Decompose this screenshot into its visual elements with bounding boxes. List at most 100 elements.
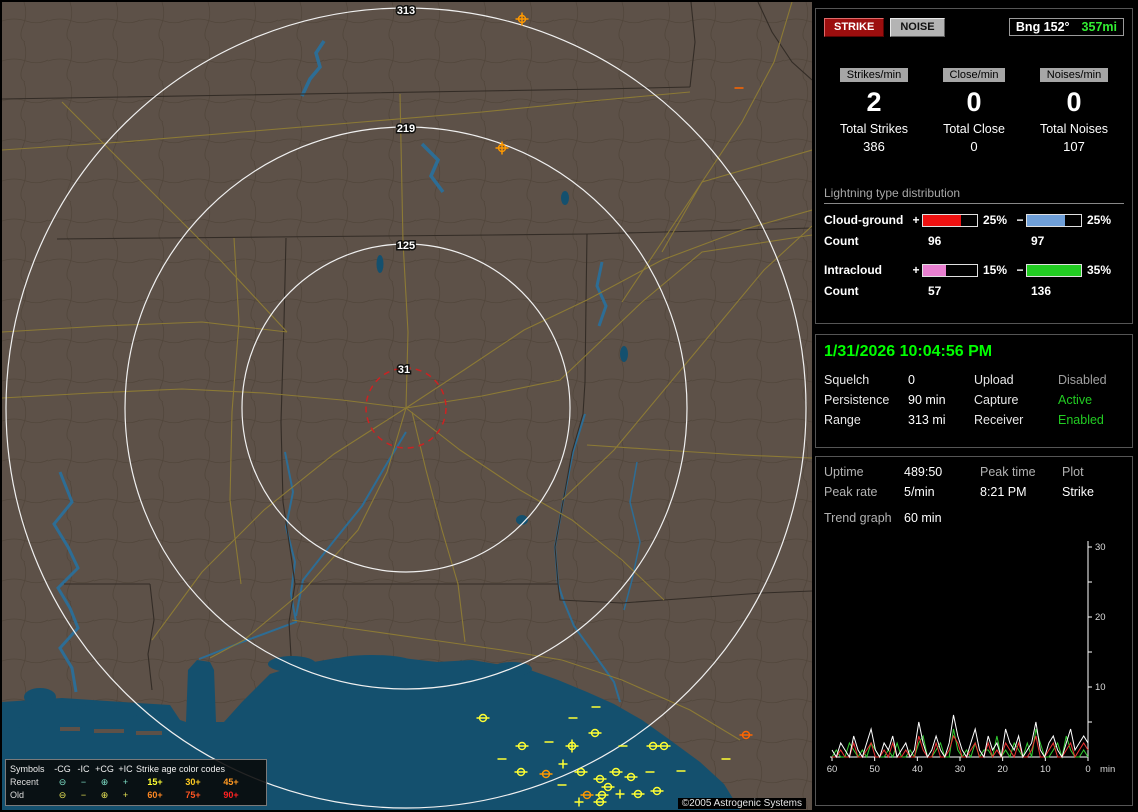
plus-bar-fill [923,214,962,226]
bearing-distance: 357mi [1081,20,1117,34]
total-value: 386 [863,139,885,154]
status-label: Upload [974,373,1014,387]
plus-bar [922,213,978,227]
session-label: Peak rate [824,485,878,499]
ring-label-313: 313 [397,5,415,17]
age-code: 60+ [147,790,163,800]
age-code: 30+ [185,777,201,787]
count-label: Count [824,234,859,248]
session-label: Plot [1062,465,1084,479]
sidebar: STRIKE NOISE Bng 152° 357mi Strikes/min C… [815,0,1136,812]
legend-symbols-header: Symbols [10,764,45,774]
noise-button[interactable]: NOISE [890,17,945,37]
strike-legend: Symbols -CG -IC +CG +IC Strike age color code… [5,759,267,806]
radar-map[interactable]: 313 219 125 31 [2,2,812,810]
svg-text:20: 20 [997,764,1008,775]
rate-chip-cell: Close/min [924,65,1024,83]
trend-graph-label: Trend graph [824,511,892,525]
rate-chip[interactable]: Close/min [942,68,1006,82]
rate-chip[interactable]: Strikes/min [839,68,909,82]
minus-bar [1026,263,1082,277]
plus-percent: 25% [983,213,1008,227]
total-value: 0 [970,139,978,154]
rate-chip-cell: Strikes/min [824,65,924,83]
rate-chip[interactable]: Noises/min [1039,68,1109,82]
legend-age-title: Strike age color codes [136,764,226,774]
minus-percent: 35% [1087,263,1112,277]
svg-text:0: 0 [1085,764,1090,775]
map-area[interactable]: 313 219 125 31 Symbols -CG -IC +CG +IC Strike ag… [2,2,812,810]
dist-type-label: Intracloud [824,263,883,277]
legend-col-nIC: -IC [77,764,90,774]
status-value: 0 [908,373,915,387]
status-row: Persistence 90 min Capture Active [824,393,1124,407]
total-labels-row: Total Strikes Total Close Total Noises [824,122,1124,139]
count-label: Count [824,284,859,298]
distribution-title: Lightning type distribution [824,186,961,200]
minus-sign: − [1016,213,1024,227]
trend-label-row: Trend graph 60 min [824,511,1124,525]
status-value: 90 min [908,393,946,407]
lightning-detector-app: 313 219 125 31 Symbols -CG -IC +CG +IC Strike ag… [0,0,1138,812]
strike-button[interactable]: STRIKE [824,17,885,37]
dist-type-label: Cloud-ground [824,213,904,227]
distribution-row: Intracloud +15% − 35% [824,263,1124,277]
rate-value: 0 [966,87,982,117]
total-value: 107 [1063,139,1085,154]
neg-ic-glyph-icon: − [80,777,87,787]
plus-bar [922,263,978,277]
status-row: Squelch 0 Upload Disabled [824,373,1124,387]
rate-values-row: 2 0 0 [824,87,1124,117]
svg-text:50: 50 [869,764,880,775]
session-row: Uptime 489:50 Peak time Plot [824,465,1124,479]
plus-sign: + [912,213,920,227]
svg-text:20: 20 [1095,612,1106,623]
pos-cg-glyph-icon: ⊕ [100,777,109,787]
svg-text:40: 40 [912,764,923,775]
divider [824,203,1124,204]
count-row: Count 96 97 [824,234,1124,248]
status-value: 313 mi [908,413,946,427]
minus-bar-fill [1027,214,1066,226]
status-label: Range [824,413,861,427]
minus-bar-fill [1027,264,1081,276]
plus-bar-fill [923,264,947,276]
minus-percent: 25% [1087,213,1112,227]
plus-percent: 15% [983,263,1008,277]
rate-value: 0 [1066,87,1082,117]
status-label: Persistence [824,393,890,407]
minus-count: 97 [1031,234,1045,248]
bearing-readout: Bng 152° 357mi [1008,18,1124,36]
status-panel: 1/31/2026 10:04:56 PM Squelch 0 Upload Disa… [815,334,1133,448]
status-label: Capture [974,393,1019,407]
plus-count: 57 [928,284,942,298]
session-label: Peak time [980,465,1036,479]
legend-col-pIC: +IC [118,764,133,774]
session-value: 489:50 [904,465,943,479]
total-label: Total Noises [1039,122,1109,136]
stats-panel: STRIKE NOISE Bng 152° 357mi Strikes/min C… [815,8,1133,324]
indicator-row: STRIKE NOISE Bng 152° 357mi [824,17,1124,37]
status-row: Range 313 mi Receiver Enabled [824,413,1124,427]
ring-label-219: 219 [397,123,415,135]
count-row: Count 57 136 [824,284,1124,298]
svg-text:30: 30 [955,764,966,775]
legend-row-label: Old [10,790,25,800]
legend-row-label: Recent [10,777,39,787]
bearing-label: Bng 152° [1015,20,1070,34]
trend-graph: 60 50 40 30 20 10 0 min 10 20 30 [827,541,1115,775]
plus-count: 96 [928,234,942,248]
total-values-row: 386 0 107 [824,139,1124,154]
svg-text:60: 60 [827,764,838,775]
total-label: Total Close [943,122,1005,136]
distribution-rows: Cloud-ground +25% −25% Count 96 97 Intracloud +… [824,213,1124,298]
pos-ic-glyph-icon: + [122,777,129,787]
minus-bar [1026,213,1082,227]
svg-text:10: 10 [1095,682,1106,693]
neg-ic-glyph-icon: − [80,790,87,800]
ring-label-125: 125 [397,240,415,252]
neg-cg-glyph-icon: ⊖ [58,790,67,800]
pos-cg-glyph-icon: ⊕ [100,790,109,800]
age-code: 90+ [223,790,239,800]
session-value: 8:21 PM [980,485,1027,499]
